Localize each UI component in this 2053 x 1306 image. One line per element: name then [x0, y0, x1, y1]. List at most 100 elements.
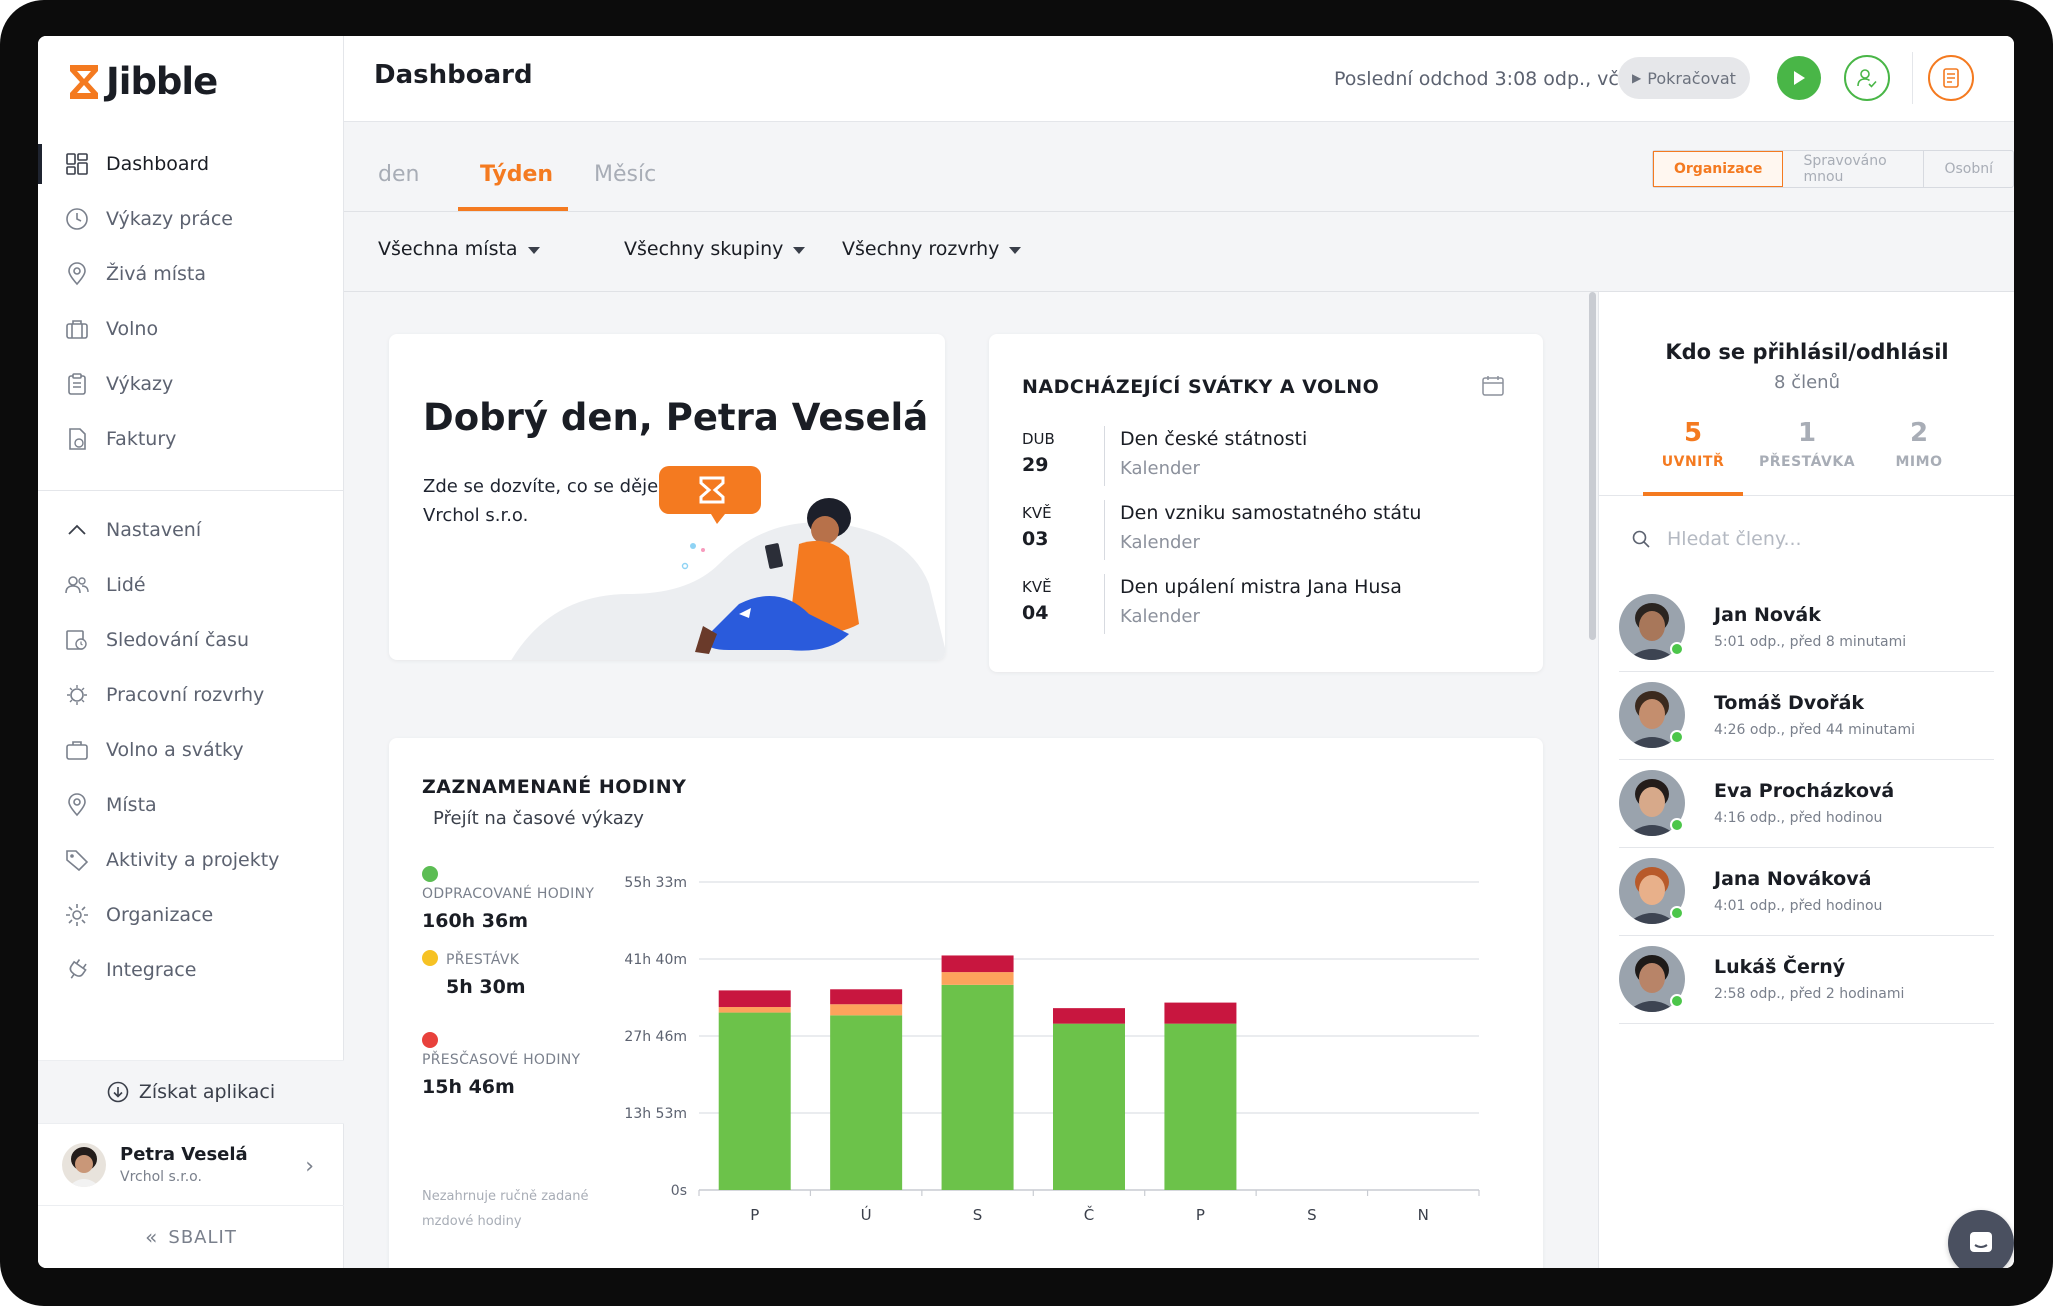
- logo[interactable]: Jibble: [68, 60, 218, 103]
- y-tick-label: 0s: [671, 1183, 687, 1199]
- legend-label: PŘESTÁVK: [446, 952, 520, 968]
- greeting-illustration: [511, 466, 945, 660]
- sidebar-item-label: Výkazy práce: [106, 207, 233, 230]
- member-row[interactable]: Jan Novák 5:01 odp., před 8 minutami: [1619, 584, 1994, 672]
- timesheets-link[interactable]: Přejít na časové výkazy: [433, 808, 644, 829]
- filter-schedules-dropdown[interactable]: Všechny rozvrhy: [842, 238, 1022, 260]
- tab-day[interactable]: den: [378, 162, 419, 187]
- scope-switcher: Organizace Spravováno mnou Osobní: [1652, 150, 2014, 188]
- sidebar-item-main-3[interactable]: Volno: [38, 301, 344, 356]
- sidebar-item-label: Dashboard: [106, 152, 210, 175]
- member-row[interactable]: Lukáš Černý 2:58 odp., před 2 hodinami: [1619, 936, 1994, 1024]
- self-check-button[interactable]: [1844, 55, 1890, 101]
- chat-button[interactable]: [1948, 1210, 2014, 1268]
- invoice-icon: [64, 426, 90, 452]
- calendar-icon[interactable]: [1481, 374, 1505, 398]
- x-tick-label: P: [1196, 1206, 1205, 1224]
- sidebar-item-main-1[interactable]: Výkazy práce: [38, 191, 344, 246]
- tab-inside[interactable]: 5 UVNITŘ: [1633, 418, 1753, 470]
- sidebar-item-main-0[interactable]: Dashboard: [38, 136, 344, 191]
- x-tick-label: N: [1418, 1206, 1429, 1224]
- holiday-type: Kalender: [1120, 458, 1200, 479]
- avatar: [62, 1142, 106, 1187]
- inside-count: 5: [1683, 418, 1703, 448]
- caret-down-icon: [1009, 246, 1022, 254]
- continue-button[interactable]: ▶ Pokračovat: [1618, 57, 1750, 99]
- filter-groups-dropdown[interactable]: Všechny skupiny: [624, 238, 806, 260]
- location-icon: [64, 792, 90, 818]
- member-search: [1631, 514, 1991, 564]
- tab-break[interactable]: 1 PŘESTÁVKA: [1747, 418, 1867, 470]
- member-time: 4:26 odp., před 44 minutami: [1714, 722, 1915, 738]
- holiday-day: 29: [1022, 454, 1049, 476]
- member-row[interactable]: Jana Nováková 4:01 odp., před hodinou: [1619, 848, 1994, 936]
- content-scrollbar[interactable]: [1589, 292, 1596, 640]
- tab-month[interactable]: Měsíc: [594, 162, 656, 187]
- bar-segment-2: [1053, 1008, 1125, 1024]
- tab-outside[interactable]: 2 MIMO: [1859, 418, 1979, 470]
- double-chevron-left-icon: «: [145, 1225, 159, 1249]
- sidebar-item-settings-6[interactable]: Aktivity a projekty: [38, 832, 344, 887]
- bar-segment-0: [941, 984, 1014, 1190]
- holiday-day: 04: [1022, 602, 1049, 624]
- logo-text: Jibble: [106, 60, 218, 103]
- greeting-title: Dobrý den, Petra Veselá: [423, 396, 929, 439]
- sidebar-item-main-2[interactable]: Živá místa: [38, 246, 344, 301]
- sidebar-item-main-5[interactable]: Faktury: [38, 411, 344, 466]
- sidebar-item-settings-7[interactable]: Organizace: [38, 887, 344, 942]
- location-icon: [64, 261, 90, 287]
- member-row[interactable]: Tomáš Dvořák 4:26 odp., před 44 minutami: [1619, 672, 1994, 760]
- holidays-title: NADCHÁZEJÍCÍ SVÁTKY A VOLNO: [1022, 376, 1380, 398]
- last-clock-out: Poslední odchod 3:08 odp., včera: [1334, 68, 1650, 90]
- panel-title: Kdo se přihlásil/odhlásil: [1665, 340, 1949, 364]
- sidebar-item-settings-5[interactable]: Místa: [38, 777, 344, 832]
- holiday-icon: [64, 737, 90, 763]
- member-search-input[interactable]: [1667, 528, 1967, 550]
- scope-personal[interactable]: Osobní: [1924, 151, 2013, 187]
- chevron-right-icon: ›: [305, 1154, 314, 1179]
- sidebar-item-settings-8[interactable]: Integrace: [38, 942, 344, 997]
- member-row[interactable]: Eva Procházková 4:16 odp., před hodinou: [1619, 760, 1994, 848]
- bar-segment-1: [830, 1004, 903, 1016]
- sidebar-item-label: Lidé: [106, 573, 146, 596]
- holiday-type: Kalender: [1120, 532, 1200, 553]
- sidebar-item-label: Živá místa: [106, 262, 207, 285]
- sidebar-item-label: Aktivity a projekty: [106, 848, 280, 871]
- continue-label: Pokračovat: [1647, 68, 1736, 88]
- people-icon: [64, 572, 90, 598]
- sidebar-item-label: Pracovní rozvrhy: [106, 683, 265, 706]
- tab-week[interactable]: Týden: [480, 162, 553, 187]
- online-status-dot: [1670, 906, 1684, 920]
- play-small-icon: ▶: [1632, 71, 1642, 85]
- sidebar-item-label: Sledování času: [106, 628, 249, 651]
- filter-places-dropdown[interactable]: Všechna místa: [378, 238, 540, 260]
- holiday-type: Kalender: [1120, 606, 1200, 627]
- sidebar-item-settings-4[interactable]: Volno a svátky: [38, 722, 344, 777]
- scope-managed[interactable]: Spravováno mnou: [1783, 151, 1925, 187]
- clock-in-button[interactable]: [1777, 56, 1821, 100]
- collapse-sidebar-button[interactable]: « SBALIT: [38, 1206, 344, 1268]
- chat-icon: [1970, 1232, 1992, 1252]
- sidebar-item-main-4[interactable]: Výkazy: [38, 356, 344, 411]
- get-app-label: Získat aplikaci: [138, 1081, 276, 1103]
- member-time: 4:01 odp., před hodinou: [1714, 898, 1883, 914]
- online-status-dot: [1670, 730, 1684, 744]
- sidebar-item-settings-2[interactable]: Sledování času: [38, 612, 344, 667]
- settings-nav: Nastavení Lidé Sledování času Pracovní rozv…: [38, 502, 344, 997]
- user-profile[interactable]: Petra Veselá Vrchol s.r.o. ›: [38, 1124, 344, 1206]
- bar-segment-2: [830, 989, 903, 1005]
- member-time: 4:16 odp., před hodinou: [1714, 810, 1883, 826]
- sidebar-item-settings-3[interactable]: Pracovní rozvrhy: [38, 667, 344, 722]
- sidebar-item-label: Volno: [106, 317, 159, 340]
- period-tabs: den Týden Měsíc Organizace Spravováno mn…: [344, 122, 2014, 212]
- legend-value: 160h 36m: [422, 910, 529, 932]
- notebook-button[interactable]: [1928, 55, 1974, 101]
- sidebar-item-settings-1[interactable]: Lidé: [38, 557, 344, 612]
- suitcase-icon: [64, 316, 90, 342]
- legend-value: 5h 30m: [446, 976, 526, 998]
- scope-organization[interactable]: Organizace: [1653, 151, 1784, 187]
- schedule-icon: [64, 682, 90, 708]
- sidebar-item-settings-0[interactable]: Nastavení: [38, 502, 344, 557]
- get-app-button[interactable]: Získat aplikaci: [38, 1060, 344, 1124]
- holiday-divider: [1104, 500, 1105, 560]
